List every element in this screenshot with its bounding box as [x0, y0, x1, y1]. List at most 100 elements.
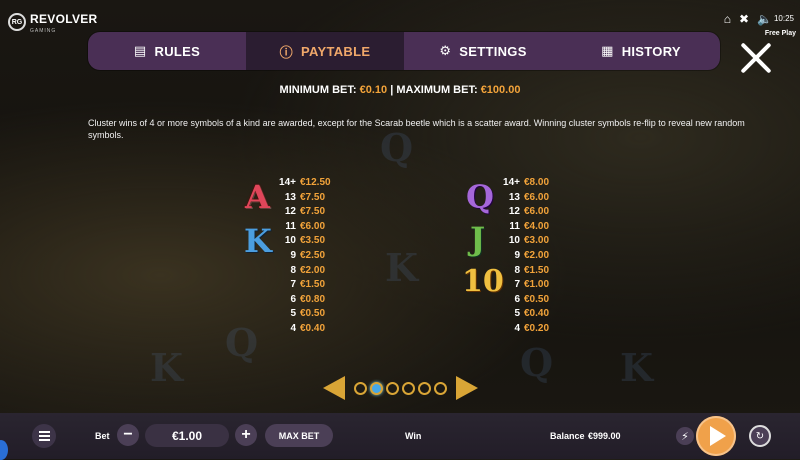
page-pager: [0, 376, 800, 400]
paytable-row: 5 €0.50: [266, 308, 331, 323]
max-bet-label: MAXIMUM BET:: [396, 84, 478, 96]
history-icon: ▦: [601, 43, 614, 58]
paytable-row: 4 €0.20: [490, 323, 549, 338]
close-button[interactable]: [738, 40, 774, 76]
payout-value: €2.00: [524, 249, 550, 261]
win-label: Win: [405, 431, 422, 441]
paytable-description: Cluster wins of 4 or more symbols of a k…: [88, 118, 745, 140]
turbo-button[interactable]: ⚡: [676, 427, 694, 445]
info-tabs: ▤ RULES ⓘ PAYTABLE ⚙ SETTINGS ▦ HISTORY: [88, 32, 720, 70]
paytable-row: 13 €6.00: [490, 192, 549, 207]
tab-label: RULES: [154, 43, 201, 59]
min-bet-label: MINIMUM BET:: [279, 84, 357, 96]
menu-button[interactable]: [32, 424, 56, 448]
payout-value: €3.50: [300, 235, 326, 247]
symbol-j: J: [470, 220, 486, 258]
paytable-row: 6 €0.50: [490, 294, 549, 309]
fullscreen-icon[interactable]: ✖: [739, 12, 749, 26]
clock: 10:25: [773, 14, 794, 23]
cluster-size: 11: [285, 220, 296, 232]
cluster-size: 7: [290, 279, 296, 291]
payout-value: €4.00: [524, 220, 550, 232]
paytable-row: 12 €7.50: [266, 206, 331, 221]
payout-value: €0.50: [300, 308, 326, 320]
paytable-row: 7 €1.00: [490, 279, 549, 294]
cluster-size: 8: [290, 264, 296, 276]
decrease-bet-button[interactable]: −: [117, 424, 139, 446]
tab-label: HISTORY: [621, 43, 681, 59]
cluster-size: 9: [514, 249, 520, 261]
bet-value: €1.00: [145, 424, 229, 447]
tab-label: SETTINGS: [459, 43, 527, 59]
cluster-size: 13: [508, 191, 520, 203]
logo-badge: RG: [8, 13, 26, 31]
logo-subtext: GAMING: [30, 28, 57, 34]
tab-rules[interactable]: ▤ RULES: [88, 32, 246, 70]
cluster-size: 4: [514, 322, 520, 334]
revolver-logo: RG REVOLVER GAMING: [8, 10, 98, 34]
payout-value: €3.00: [524, 235, 550, 247]
cluster-size: 7: [514, 279, 520, 291]
page-dot[interactable]: [401, 381, 415, 395]
paytable-row: 4 €0.40: [266, 323, 331, 338]
paytable-right-column: 14+ €8.00 13 €6.00 12 €6.00 11 €4.00 10 €3.00 9 €2.…: [490, 177, 549, 338]
paytable-row: 11 €4.00: [490, 221, 549, 236]
cluster-size: 5: [514, 308, 520, 320]
payout-value: €7.50: [300, 191, 326, 203]
payout-value: €8.00: [524, 177, 550, 188]
tab-paytable[interactable]: ⓘ PAYTABLE: [246, 32, 404, 70]
cluster-size: 13: [284, 191, 296, 203]
min-bet-value: €0.10: [359, 84, 388, 96]
payout-value: €1.50: [524, 264, 550, 276]
payout-value: €12.50: [300, 177, 331, 188]
payout-value: €2.00: [300, 264, 326, 276]
cluster-size: 11: [509, 220, 520, 232]
autoplay-icon: ↻: [755, 430, 765, 442]
payout-value: €0.50: [524, 293, 550, 305]
tab-history[interactable]: ▦ HISTORY: [562, 32, 720, 70]
payout-value: €0.40: [524, 308, 550, 320]
cluster-size: 10: [508, 235, 520, 247]
lightning-icon: ⚡: [681, 430, 689, 443]
spin-button[interactable]: [696, 416, 736, 456]
page-dot[interactable]: [433, 381, 447, 395]
sound-icon[interactable]: 🔈: [757, 12, 772, 26]
cluster-size: 6: [514, 293, 520, 305]
page-dot[interactable]: [353, 381, 367, 395]
payout-value: €7.50: [300, 206, 326, 218]
max-bet-value: €100.00: [480, 84, 521, 96]
cluster-size: 14+: [279, 177, 296, 188]
increase-bet-button[interactable]: +: [235, 424, 257, 446]
cluster-size: 8: [514, 264, 520, 276]
cluster-size: 4: [290, 322, 296, 334]
tab-label: PAYTABLE: [300, 43, 371, 59]
autoplay-button[interactable]: ↻: [749, 425, 771, 447]
cluster-size: 12: [508, 206, 520, 218]
page-dot[interactable]: [417, 381, 431, 395]
prev-page-arrow[interactable]: [322, 376, 345, 400]
bet-limits: MINIMUM BET: €0.10 | MAXIMUM BET: €100.0…: [0, 84, 800, 96]
paytable-row: 13 €7.50: [266, 192, 331, 207]
paytable-row: 9 €2.00: [490, 250, 549, 265]
page-dot[interactable]: [369, 381, 383, 395]
paytable-left-column: 14+ €12.50 13 €7.50 12 €7.50 11 €6.00 10 €3.50 9 €2…: [266, 177, 331, 338]
payout-value: €0.40: [300, 322, 326, 334]
home-icon[interactable]: ⌂: [724, 12, 731, 26]
paytable-row: 8 €1.50: [490, 265, 549, 280]
background-letter: K: [385, 245, 419, 290]
payout-value: €1.50: [300, 279, 326, 291]
cluster-size: 12: [284, 206, 296, 218]
paytable-row: 10 €3.00: [490, 235, 549, 250]
max-bet-button[interactable]: MAX BET: [265, 424, 333, 447]
tab-settings[interactable]: ⚙ SETTINGS: [404, 32, 562, 70]
payout-value: €6.00: [300, 220, 326, 232]
paytable-row: 12 €6.00: [490, 206, 549, 221]
payout-value: €2.50: [300, 249, 326, 261]
page-dot[interactable]: [385, 381, 399, 395]
paytable-row: 7 €1.50: [266, 279, 331, 294]
payout-value: €6.00: [524, 191, 550, 203]
paytable-row: 5 €0.40: [490, 308, 549, 323]
payout-value: €0.80: [300, 293, 326, 305]
next-page-arrow[interactable]: [455, 376, 478, 400]
cluster-size: 5: [290, 308, 296, 320]
